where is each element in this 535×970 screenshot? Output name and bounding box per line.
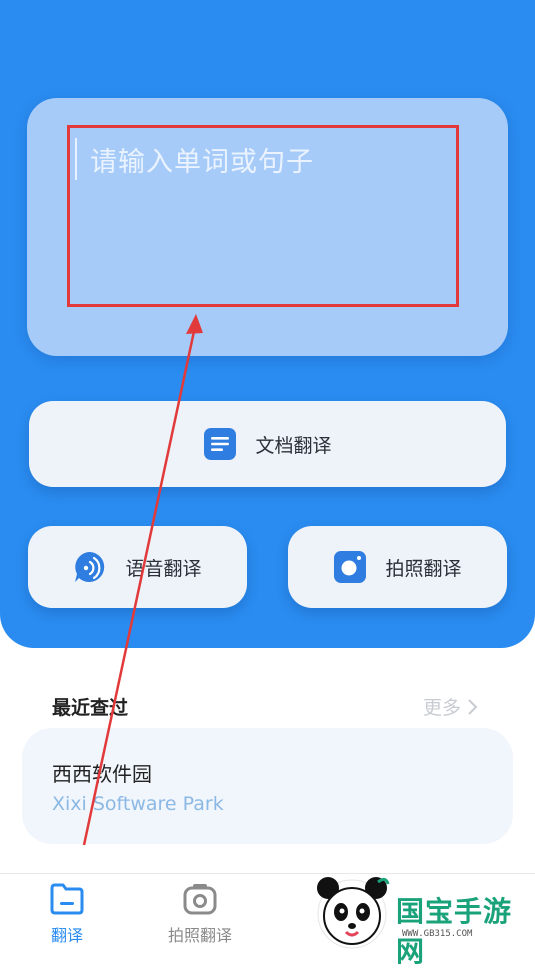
input-card: 请输入单词或句子 bbox=[27, 98, 508, 356]
text-caret bbox=[75, 138, 77, 180]
hero-panel: 请输入单词或句子 文档翻译 语音翻译 拍照翻译 bbox=[0, 0, 535, 648]
translate-input[interactable]: 请输入单词或句子 bbox=[67, 125, 459, 307]
tab-photo-translate[interactable]: 拍照翻译 bbox=[145, 882, 255, 946]
voice-translate-label: 语音翻译 bbox=[125, 557, 202, 580]
more-link[interactable]: 更多 bbox=[423, 693, 479, 720]
history-word: 西西软件园 bbox=[52, 762, 152, 786]
camera-icon bbox=[182, 884, 218, 920]
watermark-url: WWW.GB315.COM bbox=[402, 929, 473, 939]
voice-translate-button[interactable]: 语音翻译 bbox=[28, 526, 247, 608]
voice-icon bbox=[73, 550, 107, 584]
input-placeholder: 请输入单词或句子 bbox=[90, 147, 314, 178]
photo-translate-button[interactable]: 拍照翻译 bbox=[288, 526, 507, 608]
watermark: 国宝手游网 WWW.GB315.COM bbox=[308, 872, 535, 968]
doc-translate-button[interactable]: 文档翻译 bbox=[29, 401, 506, 487]
history-item[interactable]: 西西软件园 Xixi Software Park bbox=[22, 728, 513, 844]
camera-icon bbox=[333, 550, 367, 584]
photo-translate-label: 拍照翻译 bbox=[385, 557, 462, 580]
tab-translate[interactable]: 翻译 bbox=[12, 882, 122, 946]
recent-section-title: 最近查过 bbox=[52, 697, 129, 719]
folder-icon bbox=[49, 883, 85, 920]
more-label: 更多 bbox=[423, 697, 462, 719]
history-translation: Xixi Software Park bbox=[52, 793, 224, 815]
tab-photo-label: 拍照翻译 bbox=[167, 926, 232, 945]
doc-translate-label: 文档翻译 bbox=[255, 434, 332, 457]
document-icon bbox=[203, 427, 237, 461]
tab-translate-label: 翻译 bbox=[50, 926, 83, 945]
chevron-right-icon bbox=[467, 697, 479, 719]
